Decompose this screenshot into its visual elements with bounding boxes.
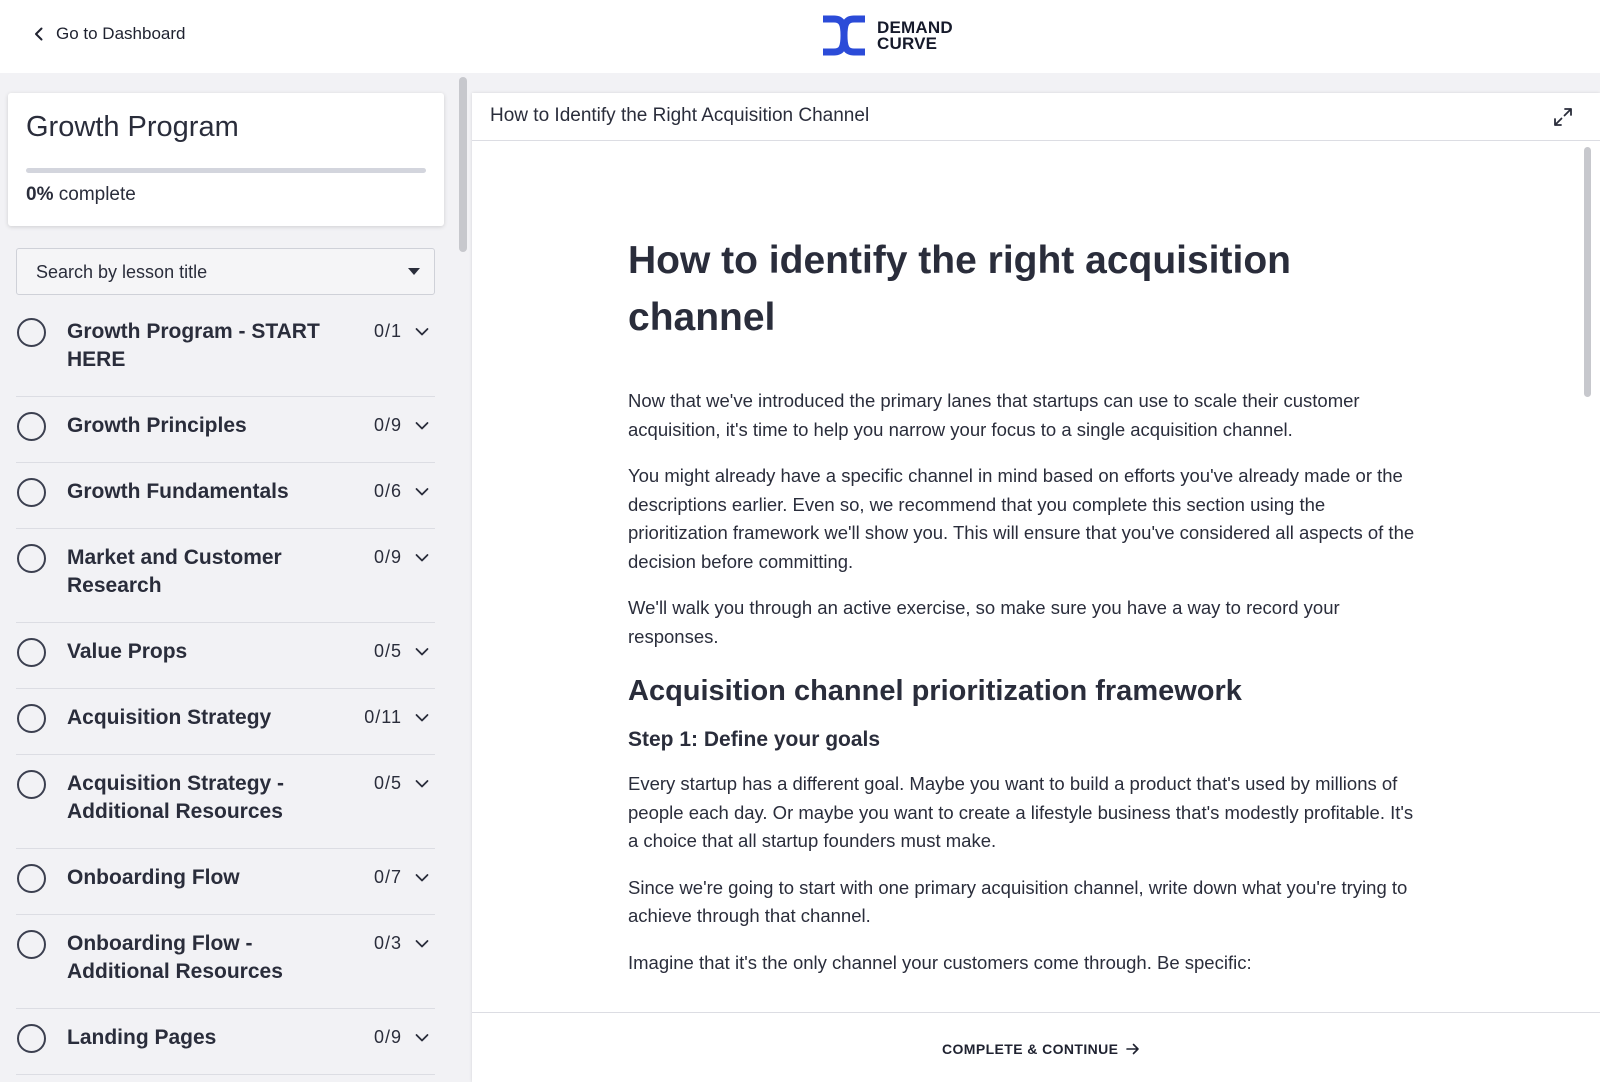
module-status-circle-icon: [17, 412, 46, 441]
lesson-panel-title: How to Identify the Right Acquisition Ch…: [490, 105, 870, 126]
lesson-paragraph: Now that we've introduced the primary la…: [628, 390, 1360, 440]
lesson-article-body: How to identify the right acquisition ch…: [628, 232, 1418, 995]
chevron-down-icon[interactable]: [415, 1033, 429, 1043]
course-sidebar: Growth Program 0% complete Search by les…: [0, 73, 455, 1082]
section-heading: Acquisition channel prioritization frame…: [628, 675, 1242, 707]
module-status-circle-icon: [17, 318, 46, 347]
go-to-dashboard-label: Go to Dashboard: [56, 24, 186, 43]
chevron-down-icon[interactable]: [415, 713, 429, 723]
chevron-left-icon: [35, 27, 43, 41]
chevron-down-icon[interactable]: [415, 647, 429, 657]
module-name: Market and Customer Research: [67, 546, 282, 597]
progress-card: Growth Program 0% complete: [8, 93, 444, 226]
module-lesson-count: 0/9: [373, 1027, 402, 1047]
chevron-down-icon[interactable]: [415, 421, 429, 431]
top-bar: Go to Dashboard DEMAND CURVE: [0, 0, 1600, 73]
go-to-dashboard-link[interactable]: Go to Dashboard: [32, 24, 185, 44]
module-item[interactable]: Growth Program - START HERE 0/1: [16, 303, 435, 397]
module-list: Growth Program - START HERE 0/1 Growth Pri…: [16, 303, 435, 1075]
module-lesson-count: 0/9: [373, 415, 402, 435]
module-item[interactable]: Onboarding Flow 0/7: [16, 849, 435, 915]
arrow-right-icon: [1126, 1043, 1140, 1055]
lesson-article: How to identify the right acquisition ch…: [472, 142, 1582, 1012]
module-status-circle-icon: [17, 770, 46, 799]
module-lesson-count: 0/3: [373, 933, 402, 953]
module-name: Acquisition Strategy: [67, 706, 272, 729]
module-lesson-count: 0/5: [373, 641, 402, 661]
module-item[interactable]: Landing Pages 0/9: [16, 1009, 435, 1075]
module-item[interactable]: Growth Principles 0/9: [16, 397, 435, 463]
chevron-down-icon[interactable]: [415, 487, 429, 497]
chevron-down-icon[interactable]: [415, 779, 429, 789]
module-lesson-count: 0/7: [373, 867, 402, 887]
lesson-paragraph: We'll walk you through an active exercis…: [628, 597, 1340, 647]
lesson-paragraph: Every startup has a different goal. Mayb…: [628, 773, 1414, 851]
module-name: Onboarding Flow - Additional Resources: [67, 932, 283, 983]
module-name: Onboarding Flow: [67, 866, 240, 889]
lesson-panel: How to Identify the Right Acquisition Ch…: [472, 93, 1600, 1082]
progress-percent: 0%: [26, 184, 54, 205]
chevron-down-icon[interactable]: [415, 553, 429, 563]
lesson-panel-header: How to Identify the Right Acquisition Ch…: [472, 93, 1600, 141]
module-name: Growth Fundamentals: [67, 480, 289, 503]
module-status-circle-icon: [17, 864, 46, 893]
module-status-circle-icon: [17, 1024, 46, 1053]
module-status-circle-icon: [17, 704, 46, 733]
logo-wordmark: DEMAND CURVE: [877, 19, 953, 53]
sidebar-scrollbar[interactable]: [459, 77, 467, 252]
module-item[interactable]: Growth Fundamentals 0/6: [16, 463, 435, 529]
chevron-down-icon[interactable]: [415, 327, 429, 337]
module-item[interactable]: Onboarding Flow - Additional Resources 0/…: [16, 915, 435, 1009]
module-status-circle-icon: [17, 930, 46, 959]
article-scrollbar[interactable]: [1584, 147, 1591, 397]
module-item[interactable]: Market and Customer Research 0/9: [16, 529, 435, 623]
module-status-circle-icon: [17, 478, 46, 507]
module-name: Growth Program - START HERE: [67, 320, 320, 371]
module-lesson-count: 0/9: [373, 547, 402, 567]
lesson-footer: COMPLETE & CONTINUE: [472, 1012, 1600, 1082]
module-lesson-count: 0/5: [373, 773, 402, 793]
module-lesson-count: 0/11: [364, 707, 402, 727]
module-item[interactable]: Value Props 0/5: [16, 623, 435, 689]
lesson-search-select[interactable]: Search by lesson title: [16, 248, 435, 295]
complete-and-continue-label: COMPLETE & CONTINUE: [942, 1041, 1119, 1057]
caret-down-icon: [408, 268, 420, 275]
module-name: Value Props: [67, 640, 188, 663]
module-name: Landing Pages: [67, 1026, 217, 1049]
progress-bar: [26, 168, 426, 173]
module-status-circle-icon: [17, 638, 46, 667]
program-title: Growth Program: [26, 111, 239, 143]
module-lesson-count: 0/1: [373, 321, 402, 341]
module-name: Acquisition Strategy - Additional Resour…: [67, 772, 285, 823]
module-item[interactable]: Acquisition Strategy 0/11: [16, 689, 435, 755]
demand-curve-logo[interactable]: DEMAND CURVE: [820, 15, 953, 56]
expand-icon[interactable]: [1552, 106, 1574, 128]
module-item[interactable]: Acquisition Strategy - Additional Resour…: [16, 755, 435, 849]
lesson-paragraph: You might already have a specific channe…: [628, 465, 1415, 572]
module-name: Growth Principles: [67, 414, 247, 437]
step-heading: Step 1: Define your goals: [628, 728, 881, 751]
lesson-paragraph: Imagine that it's the only channel your …: [628, 951, 1252, 973]
lesson-paragraph: Since we're going to start with one prim…: [628, 876, 1408, 927]
progress-suffix: complete: [58, 184, 136, 205]
logo-line-2: CURVE: [877, 33, 938, 53]
chevron-down-icon[interactable]: [415, 873, 429, 883]
lesson-search-placeholder: Search by lesson title: [36, 262, 208, 282]
complete-and-continue-button[interactable]: COMPLETE & CONTINUE: [942, 1041, 1140, 1057]
module-lesson-count: 0/6: [373, 481, 402, 501]
progress-label: 0% complete: [26, 184, 136, 206]
lesson-heading: How to identify the right acquisition ch…: [628, 239, 1291, 339]
module-status-circle-icon: [17, 544, 46, 573]
chevron-down-icon[interactable]: [415, 939, 429, 949]
logo-mark-icon: [823, 15, 865, 56]
